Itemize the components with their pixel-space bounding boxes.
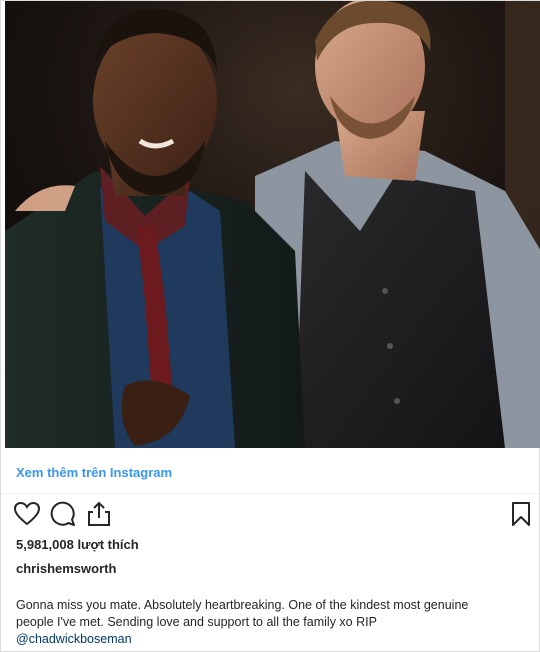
- username[interactable]: chrishemsworth: [16, 561, 116, 576]
- comment-icon[interactable]: [49, 500, 77, 528]
- action-bar: [1, 498, 539, 532]
- caption-line-1: Gonna miss you mate. Absolutely heartbre…: [16, 598, 469, 612]
- heart-icon[interactable]: [13, 500, 41, 528]
- post-caption: Gonna miss you mate. Absolutely heartbre…: [16, 597, 531, 648]
- post-photo[interactable]: [5, 1, 540, 448]
- like-count[interactable]: 5,981,008 lượt thích: [16, 537, 139, 552]
- instagram-post: Xem thêm trên Instagram 5,981,008 lượt t…: [0, 0, 540, 652]
- caption-line-2: people I've met. Sending love and suppor…: [16, 615, 377, 629]
- view-more-link[interactable]: Xem thêm trên Instagram: [16, 465, 172, 480]
- bookmark-icon[interactable]: [507, 500, 535, 528]
- mention-link[interactable]: @chadwickboseman: [16, 631, 531, 648]
- share-icon[interactable]: [85, 500, 113, 528]
- view-more-row: Xem thêm trên Instagram: [1, 448, 539, 494]
